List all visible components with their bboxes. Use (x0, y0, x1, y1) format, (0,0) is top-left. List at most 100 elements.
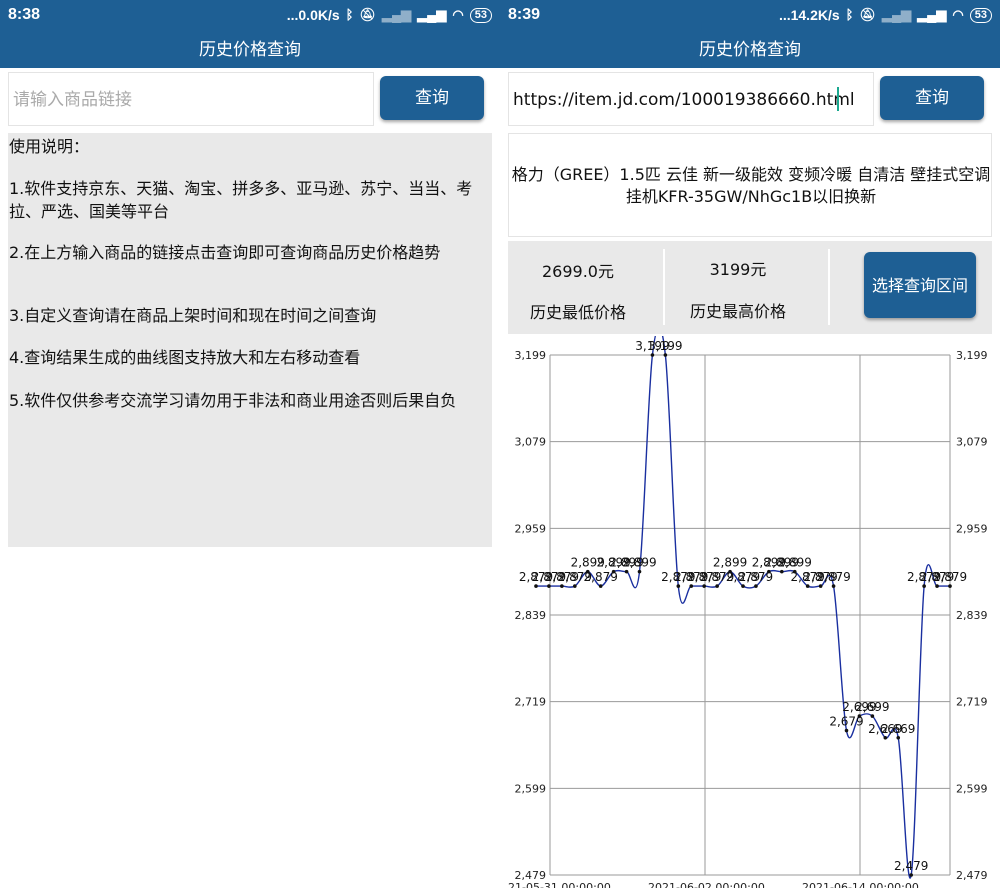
instruction-item: 5.软件仅供参考交流学习请勿用于非法和商业用途否则后果自负 (9, 391, 457, 410)
x-tick-label: 21-05-31 00:00:00 (508, 881, 611, 888)
bluetooth-icon: ᛒ (345, 7, 354, 22)
lowest-price-value: 2699.0元 (542, 262, 614, 281)
data-point (598, 584, 603, 588)
data-label: 2,479 (894, 859, 928, 873)
instruction-item: 1.软件支持京东、天猫、淘宝、拼多多、亚马逊、苏宁、当当、考拉、严选、国美等平台 (9, 179, 473, 221)
product-info: 格力（GREE）1.5匹 云佳 新一级能效 变频冷暖 自清洁 壁挂式空调挂机KF… (508, 133, 992, 237)
data-point (689, 584, 694, 588)
data-point (780, 569, 784, 574)
y-tick-label: 2,599 (515, 782, 547, 795)
price-summary: 2699.0元 历史最低价格 3199元 历史最高价格 选择查询区间 (508, 241, 992, 334)
data-label: 2,879 (933, 570, 967, 584)
y-tick-label-right: 2,599 (956, 782, 988, 795)
data-point (676, 584, 681, 588)
usage-instructions: 使用说明： 1.软件支持京东、天猫、淘宝、拼多多、亚马逊、苏宁、当当、考拉、严选… (8, 133, 492, 547)
data-point (611, 569, 616, 574)
data-point (922, 584, 926, 588)
data-point (741, 584, 745, 588)
data-point (818, 584, 823, 588)
data-point (883, 735, 888, 740)
price-line (535, 336, 950, 879)
status-time: 8:39 (508, 6, 541, 23)
x-tick-label: 2021-06-14 00:00:00 (802, 881, 919, 888)
instruction-item: 3.自定义查询请在商品上架时间和现在时间之间查询 (9, 306, 377, 325)
highest-price-label: 历史最高价格 (689, 302, 786, 321)
url-input-box[interactable] (8, 72, 374, 126)
data-point (831, 584, 836, 588)
query-button[interactable]: 查询 (380, 76, 484, 120)
mute-icon: 🔕︎ (859, 7, 876, 22)
data-point (650, 353, 655, 357)
data-point (896, 735, 901, 740)
app-title: 历史价格查询 (0, 32, 500, 68)
data-point (663, 353, 668, 357)
divider (663, 249, 665, 325)
url-input[interactable] (513, 86, 869, 114)
url-input-box[interactable] (508, 72, 874, 126)
bluetooth-icon: ᛒ (845, 7, 854, 22)
divider (828, 249, 830, 325)
y-tick-label: 2,839 (515, 609, 547, 622)
status-bar: 8:38 ...0.0K/s ᛒ 🔕︎ ▂▄▆ ▂▄▆ ◠ 53 (0, 0, 500, 32)
signal-weak-icon: ▂▄▆ (381, 7, 412, 22)
price-history-chart[interactable]: 3,199 3,199 3,079 3,079 2,959 2,959 2,839 2,839… (500, 336, 1000, 888)
wifi-icon: ◠ (452, 7, 464, 22)
data-point (573, 584, 577, 588)
url-input[interactable] (13, 86, 369, 114)
network-speed: ...14.2K/s (778, 7, 840, 23)
y-tick-label-right: 2,479 (956, 869, 988, 882)
instruction-item: 4.查询结果生成的曲线图支持放大和左右移动查看 (9, 348, 361, 367)
data-label: 3,199 (648, 339, 682, 353)
battery-icon: 53 (469, 7, 492, 23)
data-point (560, 584, 564, 588)
y-tick-label: 3,199 (515, 349, 547, 362)
data-point (624, 569, 629, 574)
data-point (948, 584, 952, 588)
right-screen: 8:39 ...14.2K/s ᛒ 🔕︎ ▂▄▆ ▂▄▆ ◠ 53 历史价格查询… (500, 0, 1000, 888)
app-title: 历史价格查询 (500, 32, 1000, 68)
y-tick-label-right: 3,079 (956, 436, 988, 449)
data-label: 2,669 (881, 722, 915, 736)
status-icons: ...0.0K/s ᛒ 🔕︎ ▂▄▆ ▂▄▆ ◠ 53 (287, 7, 492, 23)
status-time: 8:38 (8, 6, 41, 23)
y-tick-label-right: 3,199 (956, 349, 988, 362)
data-point (715, 584, 719, 588)
search-row: 查询 (8, 72, 492, 128)
data-label: 2,899 (713, 556, 747, 570)
highest-price-value: 3199元 (709, 260, 767, 279)
lowest-price-label: 历史最低价格 (529, 303, 626, 322)
x-tick-label: 2021-06-02 00:00:00 (648, 881, 765, 888)
query-button[interactable]: 查询 (880, 76, 984, 120)
signal-icon: ▂▄▆ (417, 7, 447, 22)
data-point (534, 584, 538, 588)
search-row: 查询 (508, 72, 992, 128)
data-point (754, 584, 758, 588)
select-range-button[interactable]: 选择查询区间 (864, 252, 976, 318)
data-point (870, 714, 875, 718)
y-tick-label-right: 2,839 (956, 609, 988, 622)
left-screen: 8:38 ...0.0K/s ᛒ 🔕︎ ▂▄▆ ▂▄▆ ◠ 53 历史价格查询 … (0, 0, 500, 888)
data-point (909, 873, 913, 877)
data-point (935, 584, 939, 588)
battery-icon: 53 (969, 7, 992, 23)
data-label: 2,699 (855, 700, 889, 714)
signal-weak-icon: ▂▄▆ (881, 7, 912, 22)
status-bar: 8:39 ...14.2K/s ᛒ 🔕︎ ▂▄▆ ▂▄▆ ◠ 53 (500, 0, 1000, 32)
y-tick-label: 2,719 (515, 696, 547, 709)
data-point (767, 569, 771, 574)
data-point (637, 569, 642, 574)
y-tick-label: 2,959 (515, 522, 547, 535)
data-point (844, 728, 849, 733)
status-icons: ...14.2K/s ᛒ 🔕︎ ▂▄▆ ▂▄▆ ◠ 53 (779, 7, 992, 23)
y-tick-label-right: 2,959 (956, 522, 988, 535)
product-name: 格力（GREE）1.5匹 云佳 新一级能效 变频冷暖 自清洁 壁挂式空调挂机KF… (511, 165, 991, 206)
text-caret (837, 87, 839, 111)
instruction-item: 2.在上方输入商品的链接点击查询即可查询商品历史价格趋势 (9, 243, 441, 262)
instructions-title: 使用说明： (9, 137, 90, 156)
data-label: 2,899 (778, 556, 812, 570)
data-point (857, 714, 862, 718)
data-point (805, 584, 810, 588)
mute-icon: 🔕︎ (359, 7, 376, 22)
data-point (702, 584, 706, 588)
network-speed: ...0.0K/s (286, 7, 340, 23)
